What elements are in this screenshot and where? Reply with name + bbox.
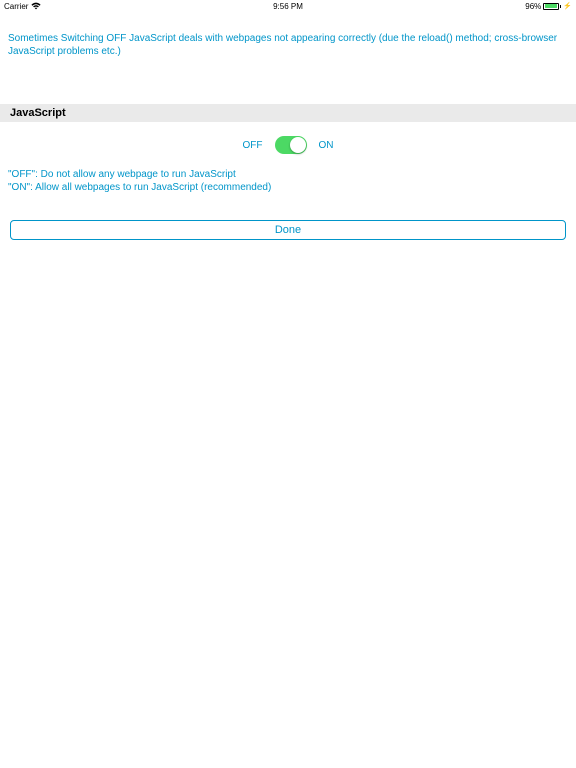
description-text: Sometimes Switching OFF JavaScript deals…	[0, 12, 576, 66]
done-button[interactable]: Done	[10, 220, 566, 240]
explanation-text: "OFF": Do not allow any webpage to run J…	[0, 168, 576, 194]
wifi-icon	[31, 2, 41, 10]
status-left: Carrier	[4, 2, 41, 11]
battery-icon	[543, 3, 561, 10]
battery-percent: 96%	[525, 2, 541, 11]
javascript-toggle-switch[interactable]	[275, 136, 307, 154]
toggle-off-label: OFF	[243, 140, 263, 151]
toggle-on-label: ON	[319, 140, 334, 151]
off-explanation: "OFF": Do not allow any webpage to run J…	[8, 168, 568, 181]
section-header-javascript: JavaScript	[0, 104, 576, 122]
charging-icon: ⚡	[563, 2, 572, 10]
status-bar: Carrier 9:56 PM 96% ⚡	[0, 0, 576, 12]
status-right: 96% ⚡	[525, 2, 572, 11]
on-explanation: "ON": Allow all webpages to run JavaScri…	[8, 181, 568, 194]
switch-knob	[290, 137, 306, 153]
status-time: 9:56 PM	[273, 2, 303, 11]
javascript-toggle-row: OFF ON	[0, 122, 576, 168]
carrier-text: Carrier	[4, 2, 28, 11]
